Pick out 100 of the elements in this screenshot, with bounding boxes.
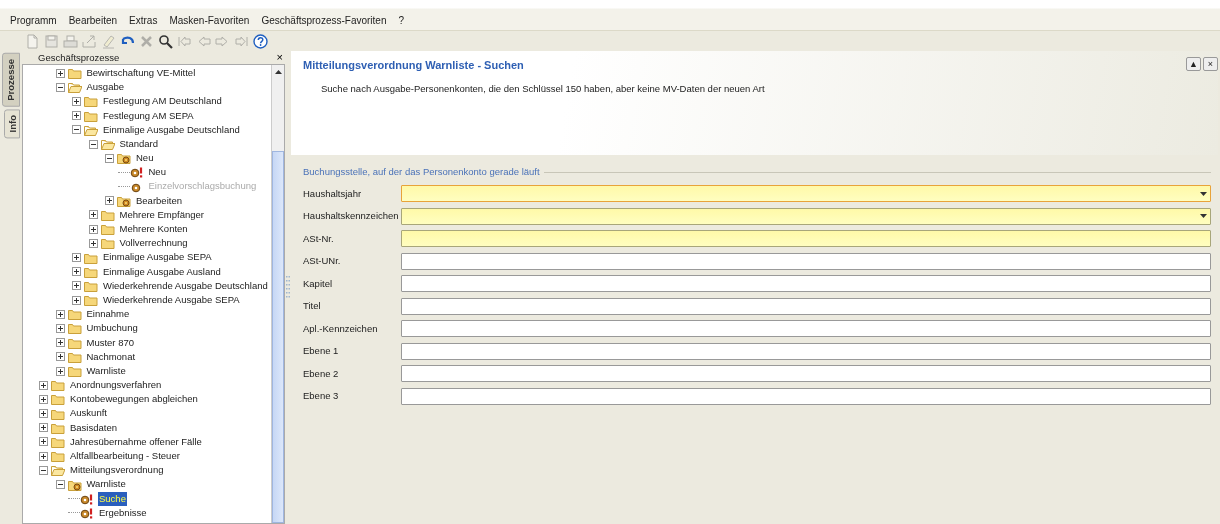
tree-item[interactable]: Standard	[118, 136, 160, 152]
expander-icon[interactable]	[39, 437, 48, 447]
tree-item[interactable]: Einmalige Ausgabe Deutschland	[102, 122, 241, 137]
tree-item[interactable]: Bewirtschaftung VE-Mittel	[85, 65, 197, 81]
expander-icon[interactable]	[55, 68, 65, 78]
tree-item[interactable]: Neu	[147, 165, 167, 180]
expander-icon[interactable]	[72, 281, 81, 291]
tree-item[interactable]: Festlegung AM SEPA	[102, 108, 195, 123]
menu-item[interactable]: Extras	[123, 10, 164, 30]
dropdown-field[interactable]	[401, 185, 1211, 203]
expander-icon[interactable]	[55, 309, 65, 319]
tree-item[interactable]: Anordnungsverfahren	[69, 378, 163, 393]
menu-item[interactable]: Programm	[4, 10, 63, 30]
dropdown-arrow-icon[interactable]	[1200, 214, 1207, 219]
group-title: Buchungsstelle, auf der das Personenkonto gerade läuft	[303, 165, 540, 179]
tree-item[interactable]: Ergebnisse	[98, 505, 148, 521]
scrollbar[interactable]	[271, 65, 284, 523]
expander-icon[interactable]	[55, 480, 65, 490]
tree-item[interactable]: Umbuchung	[85, 321, 139, 336]
expander-icon[interactable]	[72, 125, 81, 135]
tree-item[interactable]: Wiederkehrende Ausgabe Deutschland	[102, 278, 269, 294]
folder-icon	[84, 251, 98, 264]
side-tab[interactable]: Info	[4, 108, 20, 139]
field-label: Kapitel	[303, 276, 334, 291]
tree-item[interactable]: Suche	[98, 491, 127, 506]
menu-item[interactable]: Geschäftsprozess-Favoriten	[255, 10, 393, 30]
tree-item[interactable]: Einnahme	[85, 307, 131, 322]
menu-item[interactable]: Bearbeiten	[62, 10, 124, 30]
tree-item[interactable]: Auskunft	[69, 406, 108, 421]
tree-item[interactable]: Mehrere Konten	[118, 222, 189, 237]
tree-item[interactable]: Ausgabe	[85, 80, 125, 95]
expander-icon[interactable]	[55, 366, 65, 376]
input-field[interactable]	[401, 365, 1211, 383]
tree-item[interactable]: Warnliste	[85, 363, 127, 379]
expander-icon[interactable]	[72, 96, 81, 106]
field-label: Titel	[303, 299, 322, 314]
gear-alert-icon	[129, 166, 144, 179]
expander-icon[interactable]	[55, 352, 65, 362]
folder-icon	[67, 350, 82, 363]
input-field[interactable]	[401, 320, 1211, 338]
expander-icon[interactable]	[55, 323, 65, 333]
expander-icon[interactable]	[55, 82, 65, 92]
gear-alert-icon	[80, 492, 94, 505]
expander-icon[interactable]	[72, 111, 81, 121]
tree-item[interactable]: Einmalige Ausgabe SEPA	[102, 250, 213, 265]
folder-icon	[67, 67, 82, 80]
close-button[interactable]: ×	[276, 51, 283, 64]
expander-icon[interactable]	[105, 153, 114, 163]
expander-icon[interactable]	[72, 253, 81, 263]
input-field[interactable]	[401, 387, 1211, 405]
expander-icon[interactable]	[39, 409, 48, 419]
close-button[interactable]: ×	[1203, 57, 1218, 71]
dropdown-field[interactable]	[401, 207, 1211, 225]
expander-icon[interactable]	[39, 394, 48, 404]
splitter-grip-icon[interactable]	[286, 275, 290, 300]
tree-item[interactable]: Neu	[135, 151, 155, 166]
folder-icon	[84, 109, 98, 122]
input-field[interactable]	[401, 297, 1211, 315]
expander-icon[interactable]	[88, 139, 98, 149]
input-field[interactable]	[401, 275, 1211, 293]
tree-item[interactable]: Mehrere Empfänger	[118, 207, 205, 223]
dropdown-arrow-icon[interactable]	[1200, 191, 1207, 196]
expander-icon[interactable]	[88, 224, 98, 234]
expander-icon[interactable]	[88, 210, 98, 220]
expander-icon[interactable]	[72, 295, 81, 305]
tree-item[interactable]: Basisdaten	[69, 420, 118, 435]
folder-icon	[84, 265, 98, 278]
input-field[interactable]	[401, 230, 1211, 248]
tree-item[interactable]: Jahresübernahme offener Fälle	[69, 434, 203, 450]
tree-item[interactable]: Kontobewegungen abgleichen	[69, 392, 199, 407]
tree-item[interactable]: Nachmonat	[85, 349, 137, 364]
tree-item[interactable]: Warnliste	[85, 477, 127, 492]
scroll-thumb[interactable]	[272, 151, 284, 523]
tree-item[interactable]: Festlegung AM Deutschland	[102, 94, 223, 109]
open-folder-icon	[51, 464, 65, 477]
expander-icon[interactable]	[72, 267, 81, 277]
input-field[interactable]	[401, 342, 1211, 360]
tree-item[interactable]: Bearbeiten	[135, 193, 183, 208]
expander-icon[interactable]	[39, 465, 48, 475]
tree-item[interactable]: Einmalige Ausgabe Ausland	[102, 264, 222, 279]
expander-icon[interactable]	[39, 380, 48, 390]
tree-item[interactable]: Mitteilungsverordnung	[69, 463, 165, 478]
expander-icon[interactable]	[39, 451, 48, 461]
tree-item[interactable]: Wiederkehrende Ausgabe SEPA	[102, 292, 241, 308]
menu-item[interactable]: ?	[392, 10, 411, 30]
collapse-button[interactable]: ▲	[1186, 57, 1201, 71]
menu-item[interactable]: Masken-Favoriten	[163, 10, 256, 30]
expander-icon[interactable]	[88, 238, 98, 248]
help-icon[interactable]	[253, 33, 268, 49]
expander-icon[interactable]	[55, 338, 65, 348]
side-tab[interactable]: Prozesse	[2, 53, 20, 107]
scroll-up-icon[interactable]	[274, 70, 282, 74]
expander-icon[interactable]	[39, 423, 48, 433]
input-field[interactable]	[401, 252, 1211, 270]
expander-icon[interactable]	[105, 196, 114, 206]
search-icon[interactable]	[158, 33, 173, 49]
folder-gear-icon	[117, 152, 131, 165]
tree-item[interactable]: Muster 870	[85, 335, 136, 350]
tree-item[interactable]: Vollverrechnung	[118, 236, 189, 251]
tree-item[interactable]: Altfallbearbeitung - Steuer	[69, 449, 181, 464]
